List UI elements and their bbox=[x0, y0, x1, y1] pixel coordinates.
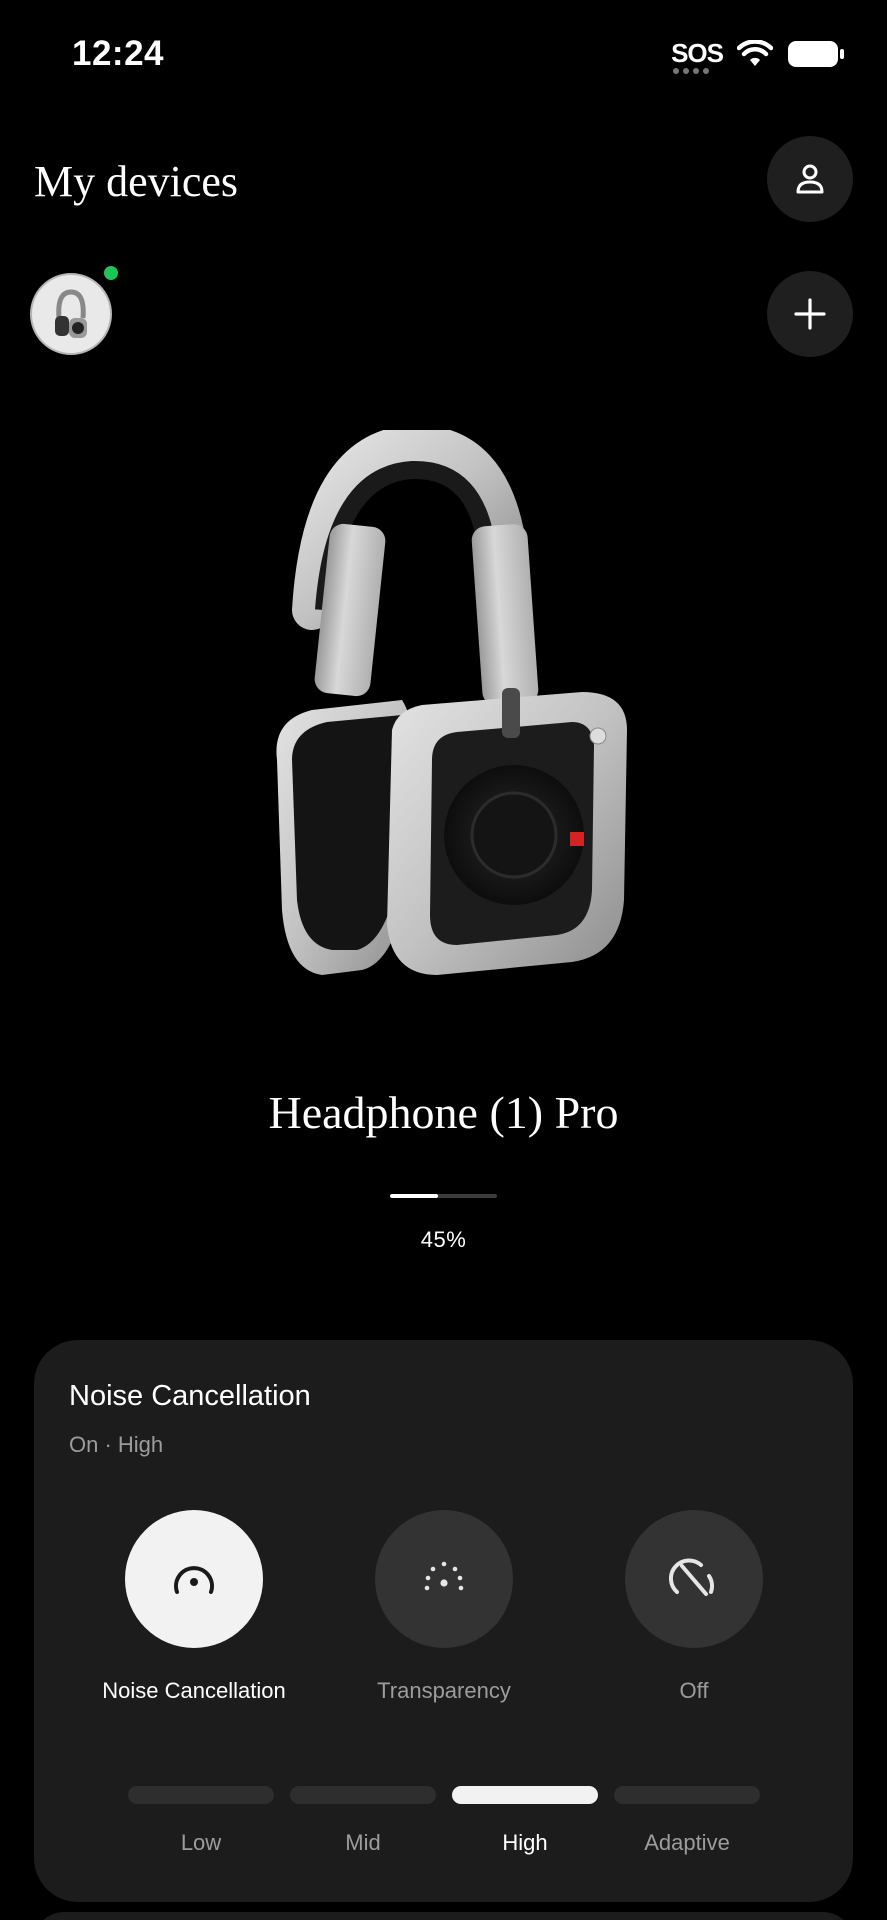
mode-off-button[interactable] bbox=[625, 1510, 763, 1648]
battery-level-bar bbox=[390, 1194, 497, 1198]
level-mid[interactable]: Mid bbox=[290, 1786, 436, 1856]
mode-noise-cancellation-button[interactable] bbox=[125, 1510, 263, 1648]
battery-percentage: 45% bbox=[420, 1227, 467, 1252]
level-label: High bbox=[502, 1830, 548, 1855]
add-device-button[interactable] bbox=[767, 271, 853, 357]
battery-level-fill bbox=[390, 1194, 439, 1198]
level-bar[interactable] bbox=[128, 1786, 274, 1804]
level-high[interactable]: High bbox=[452, 1786, 598, 1856]
noise-cancellation-card[interactable]: Noise Cancellation On · High Noise Cance… bbox=[34, 1340, 853, 1902]
sos-label: SOS bbox=[671, 38, 724, 68]
profile-button[interactable] bbox=[767, 136, 853, 222]
level-label: Mid bbox=[345, 1830, 381, 1855]
page-title: My devices bbox=[34, 157, 239, 206]
device-avatar[interactable] bbox=[30, 273, 112, 355]
level-low[interactable]: Low bbox=[128, 1786, 274, 1856]
level-label: Low bbox=[180, 1830, 222, 1855]
mode-off[interactable]: Off bbox=[569, 1510, 819, 1704]
level-bar[interactable] bbox=[290, 1786, 436, 1804]
level-bar[interactable] bbox=[614, 1786, 760, 1804]
card-title: Noise Cancellation bbox=[69, 1380, 311, 1412]
level-label: Adaptive bbox=[644, 1830, 730, 1855]
transparency-icon bbox=[424, 1561, 464, 1591]
headphone-image bbox=[276, 430, 627, 975]
status-time: 12:24 bbox=[72, 34, 165, 73]
headphone-thumbnail-icon bbox=[55, 289, 87, 338]
device-name: Headphone (1) Pro bbox=[268, 1087, 619, 1138]
plus-icon bbox=[794, 298, 826, 330]
mode-label: Transparency bbox=[377, 1678, 511, 1703]
battery-status-icon bbox=[788, 40, 844, 67]
status-icons: SOS bbox=[671, 38, 845, 74]
noise-cancellation-icon bbox=[174, 1566, 214, 1594]
user-icon bbox=[796, 164, 824, 194]
wifi-icon bbox=[737, 39, 773, 66]
next-card bbox=[34, 1912, 853, 1920]
online-indicator bbox=[104, 266, 118, 280]
mode-transparency[interactable]: Transparency bbox=[319, 1510, 569, 1704]
level-bar[interactable] bbox=[452, 1786, 598, 1804]
level-adaptive[interactable]: Adaptive bbox=[614, 1786, 760, 1856]
mode-label: Noise Cancellation bbox=[102, 1678, 286, 1703]
sos-indicator: SOS bbox=[671, 38, 724, 74]
mode-transparency-button[interactable] bbox=[375, 1510, 513, 1648]
anc-off-icon bbox=[669, 1558, 715, 1596]
card-subtitle: On · High bbox=[69, 1432, 164, 1457]
mode-label: Off bbox=[679, 1678, 709, 1703]
mode-noise-cancellation[interactable]: Noise Cancellation bbox=[69, 1510, 319, 1704]
